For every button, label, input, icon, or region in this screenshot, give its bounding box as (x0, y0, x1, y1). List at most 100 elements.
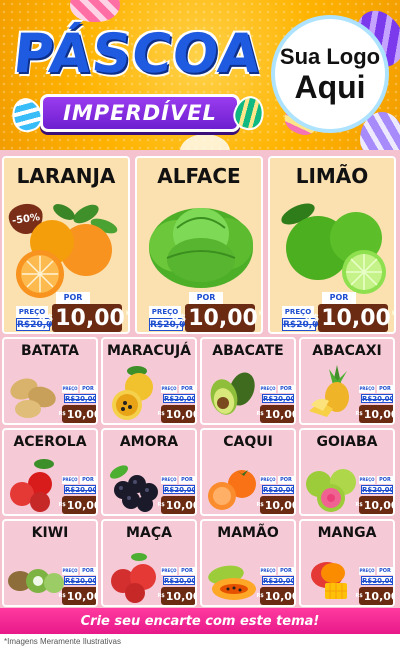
price-tag: PREÇO POR R$20,00 R$10,00 (157, 385, 197, 423)
product-name: MAÇA (126, 525, 172, 541)
product-name: MARACUJÁ (106, 343, 192, 359)
pineapple-icon (309, 365, 349, 417)
product-name: AMORA (119, 434, 179, 450)
por-label: POR (189, 292, 223, 304)
old-price: R$20,00 (163, 485, 197, 494)
product-name: LIMÃO (295, 164, 369, 188)
logo-text: Sua Logo (279, 44, 381, 69)
product-card-caqui[interactable]: CAQUI PREÇO POR R$20,00 R$10,00 (200, 428, 296, 516)
product-card-kiwi[interactable]: KIWI PREÇO POR R$20,00 R$10,00 (2, 519, 98, 607)
header-banner: PÁSCOA IMPERDÍVEL Sua Logo Aqui (0, 0, 400, 150)
lime-icon (281, 203, 386, 294)
product-name: MAMÃO (217, 525, 279, 541)
product-card-goiaba[interactable]: GOIABA PREÇO POR R$20,00 R$10,00 (299, 428, 395, 516)
price-tag: PREÇO POR R$20,00 R$10,00 (355, 567, 395, 605)
product-name: KIWI (31, 525, 69, 541)
papaya-icon (208, 565, 256, 600)
price-tag: PREÇO POR R$20,00 R$10,00 (256, 476, 296, 514)
product-card-limao[interactable]: LIMÃO PREÇO POR R$20,00 R$10,00KG (268, 156, 396, 334)
product-name: ALFACE (157, 164, 241, 188)
new-price: R$10,00KG (304, 304, 394, 332)
subtitle-ribbon: IMPERDÍVEL (40, 94, 240, 132)
new-price: R$10,00 (58, 587, 96, 605)
page-title: PÁSCOA (10, 22, 265, 85)
price-tag: PREÇO POR R$20,00 R$10,00 (58, 385, 98, 423)
price-tag: PREÇO POR R$20,00 R$10,00 (157, 476, 197, 514)
easter-egg-icon (70, 0, 120, 22)
product-card-laranja[interactable]: LARANJA -50% PREÇO POR R$20,00 R$10,00KG (2, 156, 130, 334)
orange-icon (16, 204, 118, 298)
apple-icon (111, 553, 156, 603)
new-price: R$10,00 (256, 587, 294, 605)
price-tag: PREÇO POR R$20,00 R$10,00 (355, 385, 395, 423)
acerola-icon (10, 459, 54, 512)
product-card-manga[interactable]: MANGA PREÇO POR R$20,00 R$10,00 (299, 519, 395, 607)
price-tag: PREÇO POR R$20,00 R$10,00KG (282, 292, 394, 332)
subtitle: IMPERDÍVEL (63, 101, 217, 125)
product-name: GOIABA (316, 434, 378, 450)
new-price: R$10,00KG (171, 304, 261, 332)
new-price: R$10,00 (157, 587, 195, 605)
old-price: R$20,00 (163, 576, 197, 585)
old-price: R$20,00 (64, 576, 98, 585)
price-tag: PREÇO POR R$20,00 R$10,00 (58, 567, 98, 605)
price-tag: PREÇO POR R$20,00 R$10,00 (58, 476, 98, 514)
mango-icon (311, 562, 347, 599)
potato-icon (10, 378, 56, 418)
disclaimer: *Imagens Meramente Ilustrativas (4, 637, 121, 646)
cta-banner[interactable]: Crie seu encarte com este tema! (0, 608, 400, 634)
product-name: BATATA (21, 343, 79, 359)
kiwi-icon (8, 569, 64, 593)
price-tag: PREÇO POR R$20,00 R$10,00KG (16, 292, 128, 332)
new-price: R$10,00 (58, 405, 96, 423)
old-price: R$20,00 (64, 485, 98, 494)
price-tag: PREÇO POR R$20,00 R$10,00KG (149, 292, 261, 332)
price-tag: PREÇO POR R$20,00 R$10,00 (355, 476, 395, 514)
old-price: R$20,00 (262, 576, 296, 585)
new-price: R$10,00 (355, 496, 393, 514)
product-name: CAQUI (223, 434, 273, 450)
price-tag: PREÇO POR R$20,00 R$10,00 (157, 567, 197, 605)
product-card-mamao[interactable]: MAMÃO PREÇO POR R$20,00 R$10,00 (200, 519, 296, 607)
por-label: POR (322, 292, 356, 304)
passion-fruit-icon (112, 366, 153, 420)
product-card-abacaxi[interactable]: ABACAXI PREÇO POR R$20,00 R$10,00 (299, 337, 395, 425)
product-card-acerola[interactable]: ACEROLA PREÇO POR R$20,00 R$10,00 (2, 428, 98, 516)
new-price: R$10,00 (355, 405, 393, 423)
product-name: ACEROLA (13, 434, 87, 450)
new-price: R$10,00 (256, 405, 294, 423)
por-label: POR (56, 292, 90, 304)
product-card-maca[interactable]: MAÇA PREÇO POR R$20,00 R$10,00 (101, 519, 197, 607)
product-card-batata[interactable]: BATATA PREÇO POR R$20,00 R$10,00 (2, 337, 98, 425)
old-price: R$20,00 (64, 394, 98, 403)
product-card-alface[interactable]: ALFACE PREÇO POR R$20,00 R$10,00KG (135, 156, 263, 334)
price-tag: PREÇO POR R$20,00 R$10,00 (256, 567, 296, 605)
product-name: MANGA (317, 525, 377, 541)
old-price: R$20,00 (361, 394, 395, 403)
old-price: R$20,00 (262, 394, 296, 403)
new-price: R$10,00KG (38, 304, 128, 332)
cta-text: Crie seu encarte com este tema! (80, 613, 320, 629)
logo-placeholder: Sua Logo Aqui (271, 15, 389, 133)
product-name: ABACATE (212, 343, 284, 359)
new-price: R$10,00 (157, 496, 195, 514)
product-card-maracuja[interactable]: MARACUJÁ PREÇO POR R$20,00 R$10,00 (101, 337, 197, 425)
product-card-amora[interactable]: AMORA PREÇO POR R$20,00 R$10,00 (101, 428, 197, 516)
price-tag: PREÇO POR R$20,00 R$10,00 (256, 385, 296, 423)
persimmon-icon (208, 470, 256, 510)
new-price: R$10,00 (355, 587, 393, 605)
old-price: R$20,00 (361, 485, 395, 494)
product-name: LARANJA (16, 164, 116, 188)
new-price: R$10,00 (157, 405, 195, 423)
easter-egg-icon (180, 134, 230, 150)
old-price: R$20,00 (262, 485, 296, 494)
new-price: R$10,00 (58, 496, 96, 514)
guava-icon (306, 469, 356, 512)
old-price: R$20,00 (361, 576, 395, 585)
old-price: R$20,00 (163, 394, 197, 403)
blackberry-icon (109, 465, 158, 512)
product-card-abacate[interactable]: ABACATE PREÇO POR R$20,00 R$10,00 (200, 337, 296, 425)
lettuce-icon (149, 208, 253, 288)
avocado-icon (210, 372, 255, 415)
logo-text: Aqui (294, 69, 366, 105)
